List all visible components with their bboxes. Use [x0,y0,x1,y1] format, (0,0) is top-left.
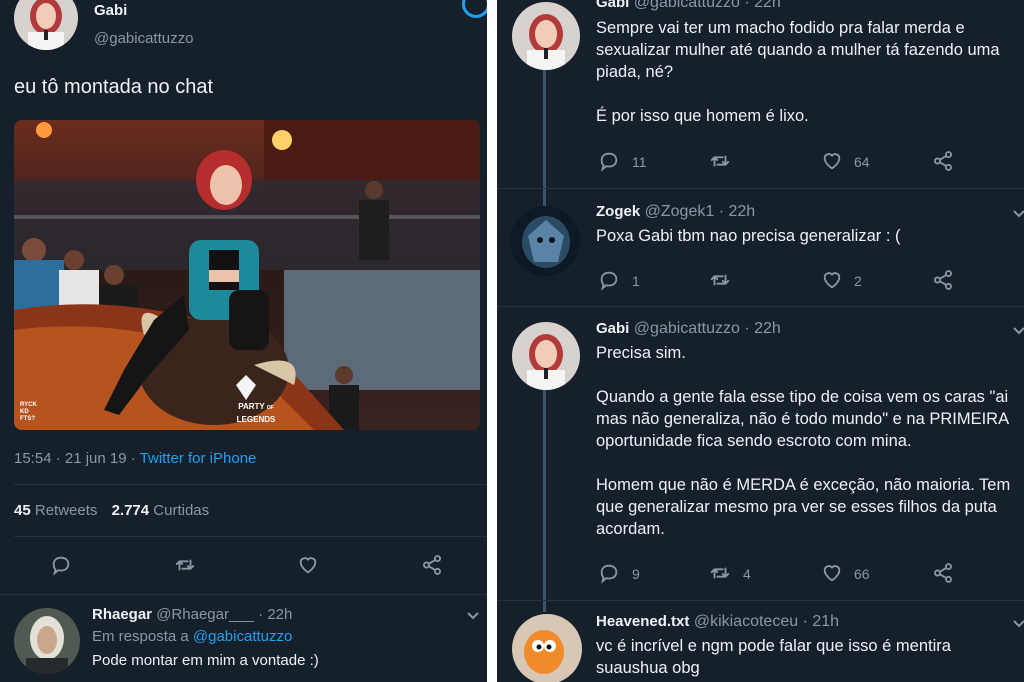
share-icon[interactable] [421,554,443,576]
retweet-count: 4 [743,566,751,582]
right-screenshot-panel: Gabi @gabicattuzzo · 22h Sempre vai ter … [497,0,1024,682]
divider [497,600,1024,601]
tweet-author-name[interactable]: Heavened.txt [596,613,689,630]
photo-corner-mark: RYCK KD FTS? [20,402,37,422]
photo-brand-logo: PARTY OF LEGENDS [226,400,286,424]
retweet-icon[interactable] [709,269,731,291]
share-icon[interactable] [932,269,954,291]
gabi-avatar[interactable] [14,0,78,50]
thread-line [543,70,546,210]
in-reply-to: Em resposta a @gabicattuzzo [92,628,292,645]
share-icon[interactable] [932,562,954,584]
tweet-client-link[interactable]: Twitter for iPhone [140,450,257,467]
tweet-author-handle[interactable]: @Zogek1 · 22h [645,203,756,220]
retweet-icon[interactable] [174,554,196,576]
reply-icon[interactable] [598,269,620,291]
tweet-author-handle[interactable]: @kikiacoteceu · 21h [694,613,839,630]
tweet-author-handle[interactable]: @gabicattuzzo · 22h [634,320,781,337]
zogek-avatar[interactable] [510,206,580,276]
tweet-header: Zogek @Zogek1 · 22h [596,203,755,221]
divider [0,594,487,595]
follow-icon[interactable] [462,0,487,18]
retweets-label[interactable]: Retweets [31,502,98,519]
reply-count: 1 [632,273,640,289]
retweet-icon[interactable] [709,562,731,584]
reply-author-name[interactable]: Rhaegar [92,606,152,623]
reply-icon[interactable] [598,562,620,584]
reply-count: 9 [632,566,640,582]
like-count: 2 [854,273,862,289]
tweet-header: Heavened.txt @kikiacoteceu · 21h [596,613,839,631]
like-icon[interactable] [821,269,843,291]
tweet-time: 15:54 · 21 jun 19 · [14,450,140,467]
tweet-header: Gabi @gabicattuzzo · 22h [596,0,781,12]
reply-icon[interactable] [598,150,620,172]
thread-line [543,390,546,612]
chevron-down-icon[interactable] [466,611,480,621]
reply-icon[interactable] [50,554,72,576]
reply-count: 11 [632,154,647,170]
tweet-author-name[interactable]: Gabi [596,0,629,11]
reply-text: Pode montar em mim a vontade :) [92,652,319,669]
tweet-author-name[interactable]: Gabi [94,2,127,19]
photo-brand-small: OF [266,405,274,411]
tweet-author-handle[interactable]: @gabicattuzzo [94,30,193,47]
rhaegar-avatar[interactable] [14,608,80,674]
like-icon[interactable] [297,554,319,576]
divider [497,306,1024,307]
tweet-text: Sempre vai ter um macho fodido pra falar… [596,19,1000,125]
likes-count[interactable]: 2.774 [112,502,150,519]
likes-label[interactable]: Curtidas [149,502,209,519]
reply-header: Rhaegar @Rhaegar___ · 22h [92,606,292,623]
tweet-photo[interactable]: PARTY OF LEGENDS RYCK KD FTS? [14,120,480,430]
share-icon[interactable] [932,150,954,172]
like-count: 66 [854,566,870,582]
like-icon[interactable] [821,562,843,584]
left-screenshot-panel: Gabi @gabicattuzzo eu tô montada no chat [0,0,487,682]
reply-author-handle[interactable]: @Rhaegar___ · 22h [156,606,292,623]
tweet-header: Gabi @gabicattuzzo · 22h [596,320,781,338]
retweets-count[interactable]: 45 [14,502,31,519]
gabi-avatar[interactable] [512,322,580,390]
in-reply-prefix: Em resposta a [92,628,193,645]
photo-brand-secondary: LEGENDS [236,415,276,424]
tweet-timestamp: 15:54 · 21 jun 19 · Twitter for iPhone [14,450,256,467]
tweet-author-name[interactable]: Zogek [596,203,640,220]
like-icon[interactable] [821,150,843,172]
tweet-text: Precisa sim. Quando a gente fala esse ti… [596,344,1011,538]
divider [14,484,487,485]
tweet-author-handle[interactable]: @gabicattuzzo · 22h [634,0,781,11]
tweet-text: Poxa Gabi tbm nao precisa generalizar : … [596,227,901,245]
divider [14,536,487,537]
divider [497,188,1024,189]
chevron-down-icon[interactable] [1012,209,1024,219]
tweet-text: vc é incrível e ngm pode falar que isso … [596,637,951,677]
tweet-stats: 45 Retweets 2.774 Curtidas [14,502,209,519]
chevron-down-icon[interactable] [1012,619,1024,629]
tweet-text: eu tô montada no chat [14,76,214,98]
heavened-avatar[interactable] [512,614,582,682]
tweet-author-name[interactable]: Gabi [596,320,629,337]
photo-brand-primary: PARTY [238,402,265,411]
in-reply-handle[interactable]: @gabicattuzzo [193,628,292,645]
like-count: 64 [854,154,870,170]
retweet-icon[interactable] [709,150,731,172]
chevron-down-icon[interactable] [1012,326,1024,336]
gabi-avatar[interactable] [512,2,580,70]
